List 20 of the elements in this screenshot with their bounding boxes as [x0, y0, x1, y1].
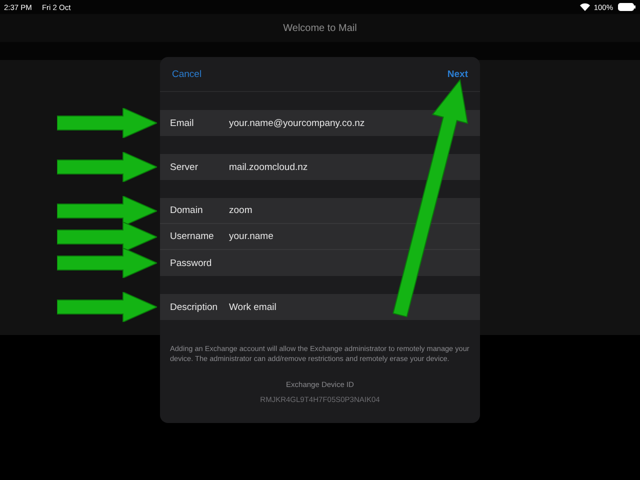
field-value[interactable]: zoom	[229, 205, 252, 216]
field-label: Username	[170, 231, 215, 242]
field-label: Email	[170, 118, 195, 128]
field-value[interactable]: your.name@yourcompany.co.nz	[229, 118, 365, 128]
next-button[interactable]: Next	[447, 68, 468, 80]
cancel-button[interactable]: Cancel	[172, 68, 202, 80]
wifi-icon	[580, 3, 590, 11]
form-row[interactable]: Password	[160, 250, 480, 276]
screen-title: Welcome to Mail	[283, 22, 357, 34]
field-label: Description	[170, 302, 219, 312]
field-label: Server	[170, 162, 199, 172]
field-value[interactable]: mail.zoomcloud.nz	[229, 162, 308, 172]
field-value[interactable]: Work email	[229, 302, 276, 312]
field-value[interactable]: your.name	[229, 231, 274, 242]
form-row[interactable]: Description Work email	[160, 294, 480, 320]
field-label: Domain	[170, 205, 204, 216]
form-row[interactable]: Server mail.zoomcloud.nz	[160, 154, 480, 180]
field-label: Password	[170, 258, 213, 268]
form-row[interactable]: Email your.name@yourcompany.co.nz	[160, 110, 480, 136]
battery-icon	[618, 3, 636, 11]
